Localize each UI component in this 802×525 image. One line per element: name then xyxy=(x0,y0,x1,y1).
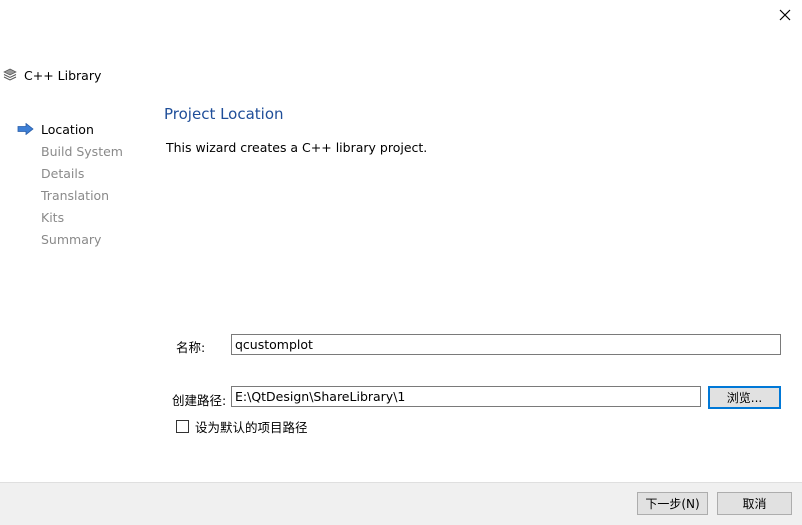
step-label: Build System xyxy=(41,143,123,159)
step-summary: Summary xyxy=(17,228,123,250)
default-path-checkbox[interactable] xyxy=(176,420,189,433)
step-build-system: Build System xyxy=(17,140,123,162)
browse-button[interactable]: 浏览... xyxy=(708,386,781,409)
step-details: Details xyxy=(17,162,123,184)
step-label: Translation xyxy=(41,187,110,203)
step-translation: Translation xyxy=(17,184,123,206)
default-path-label: 设为默认的项目路径 xyxy=(195,420,308,435)
step-kits: Kits xyxy=(17,206,123,228)
page-title: Project Location xyxy=(164,105,284,123)
page-description: This wizard creates a C++ library projec… xyxy=(166,140,428,155)
step-label: Summary xyxy=(41,231,102,247)
step-label: Details xyxy=(41,165,85,181)
step-label: Kits xyxy=(41,209,65,225)
close-button[interactable] xyxy=(772,4,798,26)
cancel-button[interactable]: 取消 xyxy=(717,492,792,515)
close-icon xyxy=(779,9,791,21)
name-input[interactable] xyxy=(231,334,781,355)
next-button[interactable]: 下一步(N) xyxy=(637,492,708,515)
wizard-title: C++ Library xyxy=(24,67,102,83)
step-label: Location xyxy=(41,121,94,137)
default-path-checkbox-row[interactable]: 设为默认的项目路径 xyxy=(176,417,308,436)
current-step-arrow-icon xyxy=(17,118,41,140)
wizard-steps: Location Build System Details Translatio… xyxy=(17,118,123,250)
name-label: 名称: xyxy=(176,340,206,355)
path-input[interactable] xyxy=(231,386,701,407)
library-icon xyxy=(3,68,17,81)
step-location: Location xyxy=(17,118,123,140)
wizard-header: C++ Library xyxy=(3,65,101,85)
path-label: 创建路径: xyxy=(172,393,227,408)
